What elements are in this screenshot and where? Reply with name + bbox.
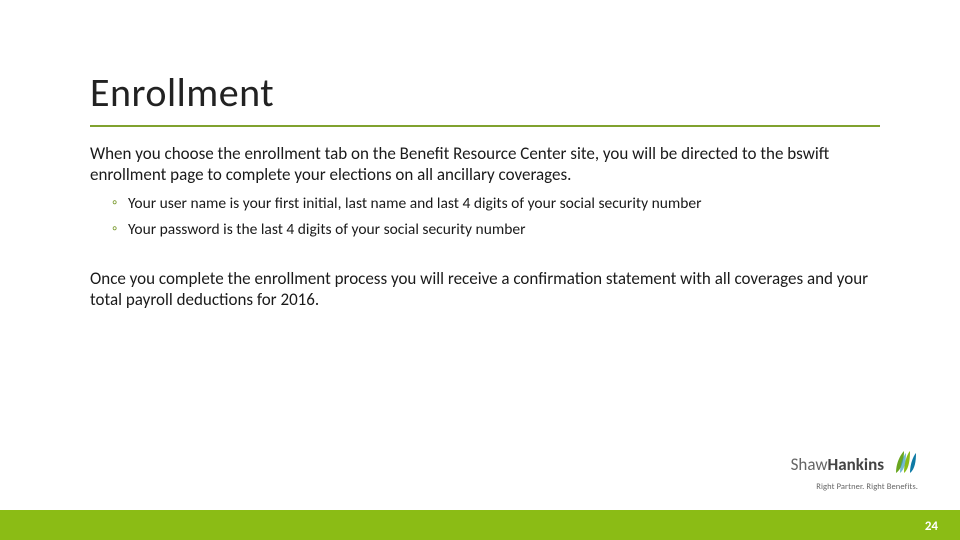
leaf-icon bbox=[890, 449, 918, 480]
logo-tagline: Right Partner. Right Benefits. bbox=[791, 482, 918, 492]
content-area: Enrollment When you choose the enrollmen… bbox=[90, 68, 880, 318]
logo-wordmark: ShawHankins bbox=[791, 454, 884, 475]
closing-paragraph: Once you complete the enrollment process… bbox=[90, 268, 880, 311]
logo-word-first: Shaw bbox=[791, 454, 828, 475]
footer-bar: 24 bbox=[0, 510, 960, 540]
list-item: Your password is the last 4 digits of yo… bbox=[112, 220, 880, 240]
logo-row: ShawHankins bbox=[791, 449, 918, 480]
slide-title: Enrollment bbox=[90, 68, 880, 117]
page-number: 24 bbox=[925, 519, 938, 534]
intro-paragraph: When you choose the enrollment tab on th… bbox=[90, 143, 880, 186]
bullet-list: Your user name is your first initial, la… bbox=[90, 194, 880, 240]
title-underline bbox=[90, 125, 880, 127]
brand-logo: ShawHankins Right Partner. Right Benefit… bbox=[791, 449, 918, 492]
list-item: Your user name is your first initial, la… bbox=[112, 194, 880, 214]
logo-word-second: Hankins bbox=[828, 454, 884, 475]
slide: Enrollment When you choose the enrollmen… bbox=[0, 0, 960, 540]
